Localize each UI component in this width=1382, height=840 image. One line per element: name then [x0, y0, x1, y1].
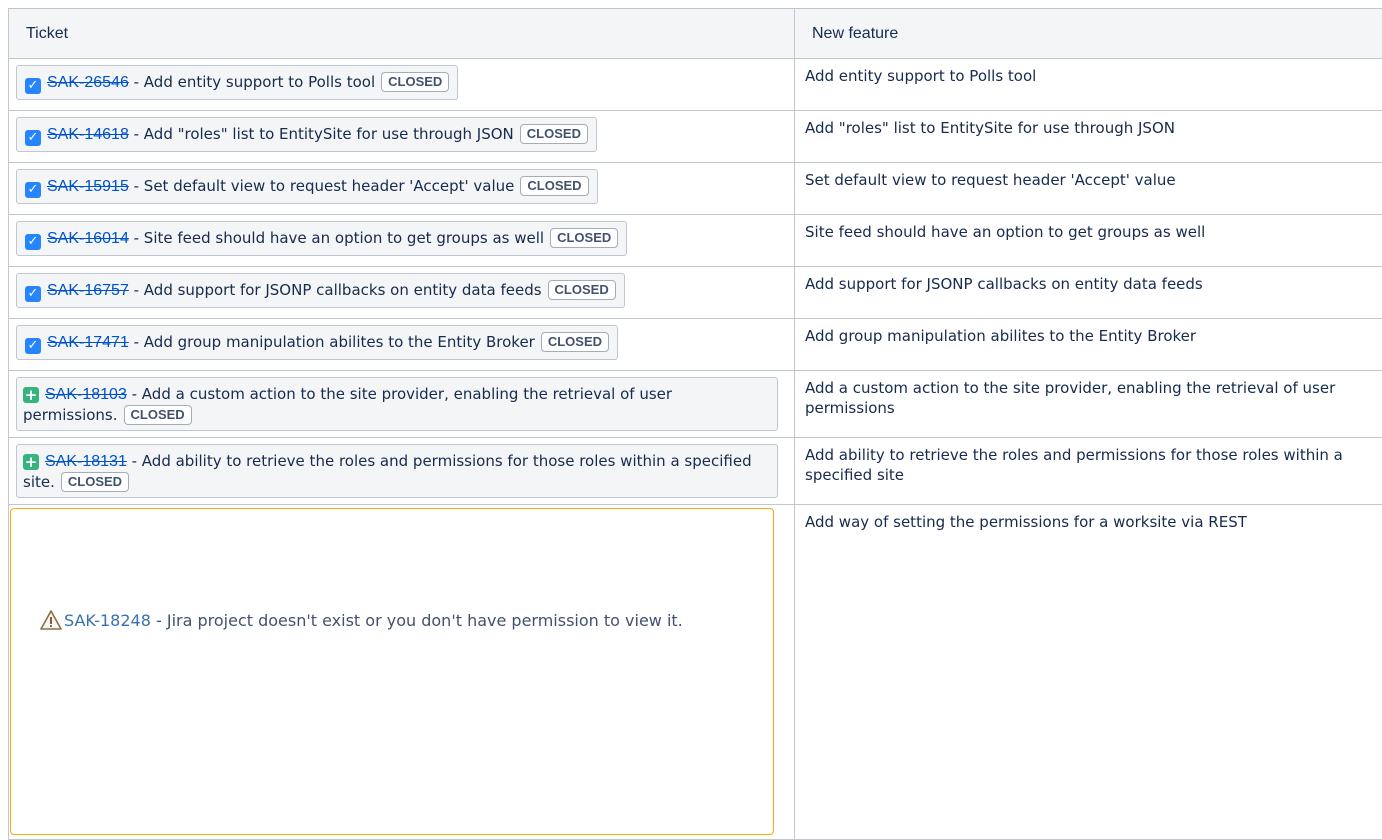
jira-issue-macro[interactable]: ✓SAK-17471 - Add group manipulation abil… [16, 325, 618, 360]
issue-key-link[interactable]: SAK-18248 [64, 611, 151, 630]
table-row: SAK-18248 - Jira project doesn't exist o… [9, 505, 1382, 840]
feature-cell: Add way of setting the permissions for a… [795, 505, 1382, 840]
jira-issue-macro[interactable]: +SAK-18103 - Add a custom action to the … [16, 377, 778, 431]
checkbox-icon: ✓ [25, 286, 41, 302]
table-row: ✓SAK-17471 - Add group manipulation abil… [9, 319, 1382, 371]
table-row: +SAK-18131 - Add ability to retrieve the… [9, 438, 1382, 505]
issue-key-link[interactable]: SAK-16757 [47, 282, 129, 299]
feature-cell: Add ability to retrieve the roles and pe… [795, 438, 1382, 505]
checkbox-icon: ✓ [25, 130, 41, 146]
issue-key-link[interactable]: SAK-15915 [47, 178, 129, 195]
issue-summary: Add entity support to Polls tool [144, 73, 375, 91]
column-header-ticket: Ticket [9, 9, 795, 59]
issue-key-link[interactable]: SAK-26546 [47, 74, 129, 91]
issue-summary: Set default view to request header 'Acce… [144, 177, 515, 195]
feature-cell: Add "roles" list to EntitySite for use t… [795, 111, 1382, 163]
jira-issue-macro[interactable]: ✓SAK-14618 - Add "roles" list to EntityS… [16, 117, 597, 152]
issue-key-link[interactable]: SAK-14618 [47, 126, 129, 143]
plus-icon: + [23, 454, 39, 470]
status-badge: CLOSED [548, 280, 616, 300]
checkbox-icon: ✓ [25, 234, 41, 250]
issue-summary: Add ability to retrieve the roles and pe… [23, 452, 752, 491]
plus-icon: + [23, 387, 39, 403]
table-row: +SAK-18103 - Add a custom action to the … [9, 371, 1382, 438]
issue-summary: Site feed should have an option to get g… [144, 229, 544, 247]
status-badge: CLOSED [381, 72, 449, 92]
column-header-new-feature: New feature [795, 9, 1382, 59]
feature-cell: Add group manipulation abilites to the E… [795, 319, 1382, 371]
jira-issue-macro[interactable]: +SAK-18131 - Add ability to retrieve the… [16, 444, 778, 498]
table-row: ✓SAK-14618 - Add "roles" list to EntityS… [9, 111, 1382, 163]
feature-cell: Add support for JSONP callbacks on entit… [795, 267, 1382, 319]
feature-cell: Site feed should have an option to get g… [795, 215, 1382, 267]
checkbox-icon: ✓ [25, 338, 41, 354]
status-badge: CLOSED [124, 405, 192, 425]
issue-key-link[interactable]: SAK-18131 [45, 453, 127, 470]
feature-cell: Set default view to request header 'Acce… [795, 163, 1382, 215]
issue-summary: Add support for JSONP callbacks on entit… [144, 281, 542, 299]
jira-error-panel: SAK-18248 - Jira project doesn't exist o… [10, 508, 774, 835]
jira-issue-macro[interactable]: ✓SAK-16014 - Site feed should have an op… [16, 221, 627, 256]
issue-key-link[interactable]: SAK-16014 [47, 230, 129, 247]
status-badge: CLOSED [520, 124, 588, 144]
jira-issue-macro[interactable]: ✓SAK-15915 - Set default view to request… [16, 169, 598, 204]
issue-key-link[interactable]: SAK-17471 [47, 334, 129, 351]
checkbox-icon: ✓ [25, 78, 41, 94]
status-badge: CLOSED [61, 472, 129, 492]
table-row: ✓SAK-16014 - Site feed should have an op… [9, 215, 1382, 267]
feature-cell: Add a custom action to the site provider… [795, 371, 1382, 438]
status-badge: CLOSED [550, 228, 618, 248]
table-row: ✓SAK-26546 - Add entity support to Polls… [9, 59, 1382, 111]
status-badge: CLOSED [520, 176, 588, 196]
jira-issue-macro[interactable]: ✓SAK-16757 - Add support for JSONP callb… [16, 273, 625, 308]
issue-summary: Add group manipulation abilites to the E… [144, 333, 535, 351]
warning-icon [40, 603, 62, 647]
feature-cell: Add entity support to Polls tool [795, 59, 1382, 111]
issue-key-link[interactable]: SAK-18103 [45, 386, 127, 403]
issue-summary: Add "roles" list to EntitySite for use t… [144, 125, 514, 143]
tickets-table: Ticket New feature ✓SAK-26546 - Add enti… [8, 8, 1382, 840]
checkbox-icon: ✓ [25, 182, 41, 198]
jira-issue-macro[interactable]: ✓SAK-26546 - Add entity support to Polls… [16, 65, 458, 100]
error-message: Jira project doesn't exist or you don't … [167, 611, 683, 630]
table-row: ✓SAK-16757 - Add support for JSONP callb… [9, 267, 1382, 319]
table-row: ✓SAK-15915 - Set default view to request… [9, 163, 1382, 215]
status-badge: CLOSED [541, 332, 609, 352]
